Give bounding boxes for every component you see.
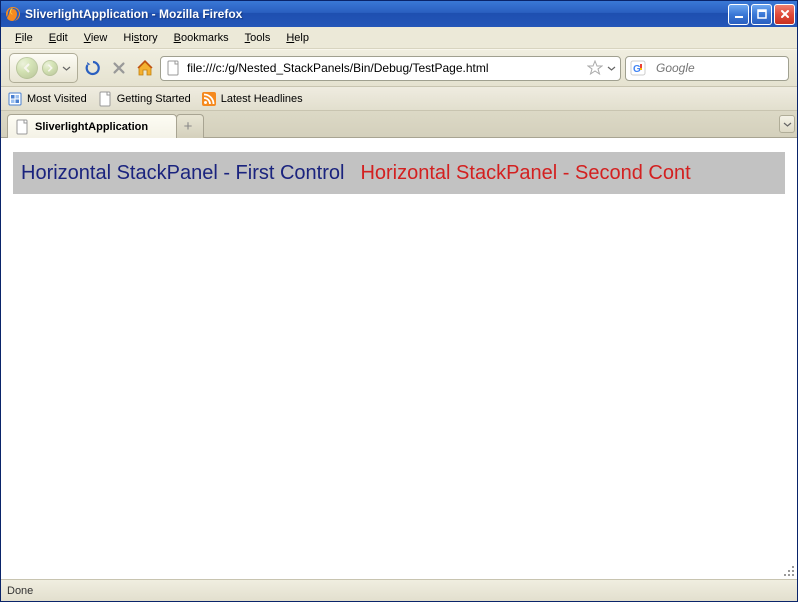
bookmark-label: Most Visited — [27, 93, 87, 105]
menu-view[interactable]: View — [76, 30, 116, 46]
menu-bar: File Edit View History Bookmarks Tools H… — [1, 27, 797, 49]
window-title: SliverlightApplication - Mozilla Firefox — [25, 7, 728, 21]
search-input[interactable] — [654, 60, 798, 76]
horizontal-stackpanel: Horizontal StackPanel - First Control Ho… — [13, 152, 785, 194]
menu-tools[interactable]: Tools — [237, 30, 279, 46]
bookmark-label: Getting Started — [117, 93, 191, 105]
menu-help[interactable]: Help — [278, 30, 317, 46]
google-icon[interactable]: G — [630, 60, 646, 76]
tab-list-button[interactable] — [779, 115, 795, 133]
window-titlebar: SliverlightApplication - Mozilla Firefox — [1, 1, 797, 27]
firefox-icon — [5, 6, 21, 22]
status-text: Done — [7, 585, 33, 597]
bookmark-label: Latest Headlines — [221, 93, 303, 105]
stop-button[interactable] — [108, 57, 130, 79]
svg-text:G: G — [633, 64, 641, 75]
window-controls — [728, 4, 795, 25]
status-bar: Done — [1, 579, 797, 601]
navigation-toolbar: G — [1, 49, 797, 87]
forward-button[interactable] — [42, 60, 58, 76]
bookmarks-toolbar: Most Visited Getting Started Latest Head… — [1, 87, 797, 111]
tab-active[interactable]: SliverlightApplication — [7, 114, 177, 138]
page-icon — [97, 91, 113, 107]
search-bar[interactable]: G — [625, 56, 789, 81]
url-bar[interactable] — [160, 56, 621, 81]
rss-icon — [201, 91, 217, 107]
menu-edit[interactable]: Edit — [41, 30, 76, 46]
reload-button[interactable] — [82, 57, 104, 79]
menu-bookmarks[interactable]: Bookmarks — [166, 30, 237, 46]
nav-back-forward-group — [9, 53, 78, 83]
tab-label: SliverlightApplication — [35, 121, 148, 133]
tab-strip: SliverlightApplication + — [1, 111, 797, 138]
url-dropdown-icon[interactable] — [607, 64, 616, 73]
stackpanel-text-second: Horizontal StackPanel - Second Cont — [352, 162, 698, 185]
page-content: Horizontal StackPanel - First Control Ho… — [1, 138, 797, 579]
menu-file[interactable]: File — [7, 30, 41, 46]
bookmark-latest-headlines[interactable]: Latest Headlines — [201, 91, 303, 107]
history-dropdown-icon[interactable] — [62, 64, 71, 73]
resize-grip-icon[interactable] — [782, 564, 796, 578]
page-icon — [14, 119, 30, 135]
bookmark-star-icon[interactable] — [587, 60, 603, 76]
stackpanel-text-first: Horizontal StackPanel - First Control — [13, 162, 352, 185]
maximize-button[interactable] — [751, 4, 772, 25]
plus-icon: + — [184, 118, 193, 135]
close-button[interactable] — [774, 4, 795, 25]
page-icon — [165, 60, 181, 76]
bookmark-getting-started[interactable]: Getting Started — [97, 91, 191, 107]
menu-history[interactable]: History — [115, 30, 165, 46]
new-tab-button[interactable]: + — [176, 114, 204, 138]
minimize-button[interactable] — [728, 4, 749, 25]
back-button[interactable] — [16, 57, 38, 79]
most-visited-icon — [7, 91, 23, 107]
url-input[interactable] — [185, 60, 583, 76]
home-button[interactable] — [134, 57, 156, 79]
bookmark-most-visited[interactable]: Most Visited — [7, 91, 87, 107]
